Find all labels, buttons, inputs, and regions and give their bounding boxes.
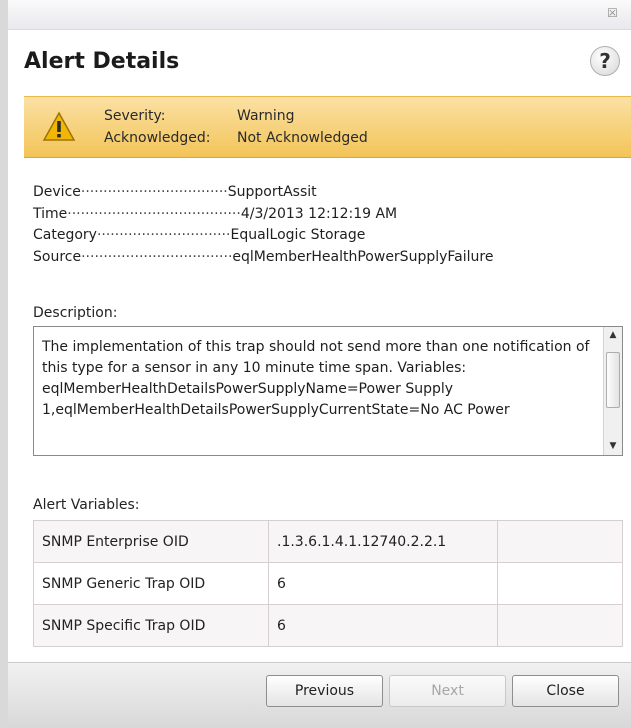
alert-details-dialog: ☒ Alert Details ? Severity: Warning Ackno… xyxy=(8,0,631,728)
severity-label: Severity: xyxy=(104,108,166,124)
leader-dots: ································· xyxy=(80,184,228,200)
detail-row-device: Device ·································… xyxy=(33,182,628,204)
acknowledged-row: Acknowledged: Not Acknowledged xyxy=(104,130,368,146)
close-button[interactable]: Close xyxy=(512,675,619,707)
dialog-footer: Previous Next Close xyxy=(8,662,631,728)
severity-value: Warning xyxy=(237,108,295,124)
table-row: SNMP Enterprise OID .1.3.6.1.4.1.12740.2… xyxy=(33,520,623,563)
alert-detail-list: Device ·································… xyxy=(33,182,628,268)
close-icon[interactable]: ☒ xyxy=(606,7,619,20)
leader-dots: ······································· xyxy=(67,205,241,222)
variable-value: 6 xyxy=(268,562,498,605)
alert-variables-table: SNMP Enterprise OID .1.3.6.1.4.1.12740.2… xyxy=(33,520,623,647)
category-label: Category xyxy=(33,227,97,243)
variable-name: SNMP Generic Trap OID xyxy=(33,562,269,605)
variable-value: .1.3.6.1.4.1.12740.2.2.1 xyxy=(268,520,498,563)
table-row: SNMP Specific Trap OID 6 xyxy=(33,604,623,647)
time-value: 4/3/2013 12:12:19 AM xyxy=(240,205,398,222)
variable-value: 6 xyxy=(268,604,498,647)
description-label: Description: xyxy=(33,305,118,321)
alert-variables-label: Alert Variables: xyxy=(33,497,140,513)
variable-extra xyxy=(497,520,623,563)
previous-button[interactable]: Previous xyxy=(266,675,383,707)
detail-row-time: Time ···································… xyxy=(33,204,628,226)
leader-dots: ·································· xyxy=(81,248,233,265)
detail-row-category: Category ······························ … xyxy=(33,225,628,247)
acknowledged-value: Not Acknowledged xyxy=(237,130,368,146)
next-button[interactable]: Next xyxy=(389,675,506,707)
variable-name: SNMP Specific Trap OID xyxy=(33,604,269,647)
description-textbox[interactable]: The implementation of this trap should n… xyxy=(33,326,623,456)
variable-extra xyxy=(497,604,623,647)
scroll-up-icon[interactable]: ▲ xyxy=(604,327,622,344)
leader-dots: ······························ xyxy=(96,227,231,243)
scroll-thumb[interactable] xyxy=(606,352,620,408)
severity-banner: Severity: Warning Acknowledged: Not Acknow… xyxy=(24,96,631,158)
severity-row: Severity: Warning xyxy=(104,108,295,124)
variable-extra xyxy=(497,562,623,605)
description-scrollbar[interactable]: ▲ ▼ xyxy=(603,327,622,455)
table-row: SNMP Generic Trap OID 6 xyxy=(33,562,623,605)
variable-name: SNMP Enterprise OID xyxy=(33,520,269,563)
dialog-top-strip: ☒ xyxy=(8,0,631,30)
device-label: Device xyxy=(33,184,81,200)
description-text: The implementation of this trap should n… xyxy=(42,339,590,418)
page-title: Alert Details xyxy=(24,49,180,74)
warning-triangle-icon xyxy=(42,111,76,141)
detail-row-source: Source ·································… xyxy=(33,247,628,269)
acknowledged-label: Acknowledged: xyxy=(104,130,211,146)
source-value: eqlMemberHealthPowerSupplyFailure xyxy=(232,248,494,265)
device-value: SupportAssit xyxy=(227,184,317,200)
source-label: Source xyxy=(33,248,82,265)
time-label: Time xyxy=(33,205,68,222)
scroll-down-icon[interactable]: ▼ xyxy=(604,438,622,455)
category-value: EqualLogic Storage xyxy=(230,227,366,243)
help-icon[interactable]: ? xyxy=(590,46,620,76)
